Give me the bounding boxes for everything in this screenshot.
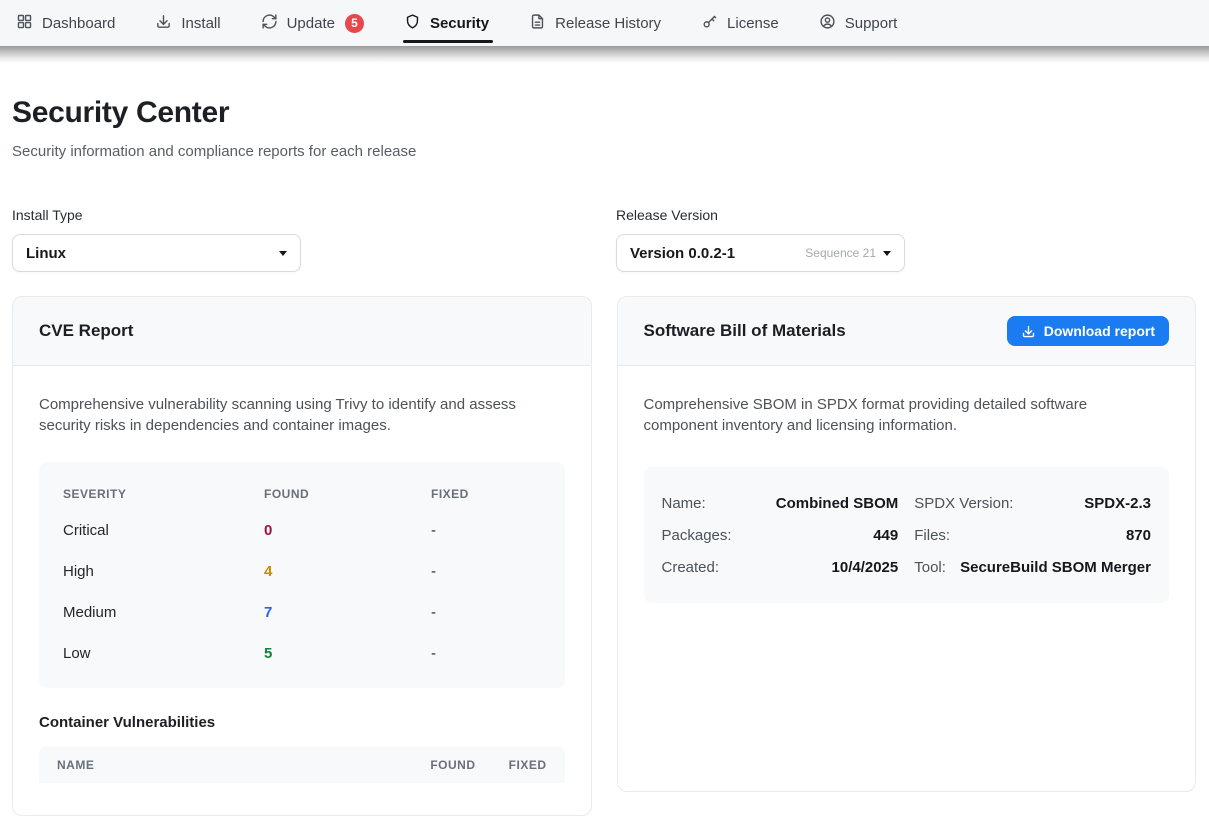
header-scroll-shadow: [0, 46, 1209, 63]
field-label: Packages:: [662, 527, 732, 544]
user-circle-icon: [819, 13, 836, 34]
field-value: 449: [873, 527, 898, 544]
release-version-label: Release Version: [616, 207, 905, 223]
sbom-info-grid: Name: Combined SBOM SPDX Version: SPDX-2…: [644, 467, 1170, 603]
field-label: Created:: [662, 559, 720, 576]
release-version-filter: Release Version Version 0.0.2-1 Sequence…: [616, 207, 905, 272]
table-row: High 4 -: [63, 551, 541, 592]
cve-report-card: CVE Report Comprehensive vulnerability s…: [12, 296, 592, 816]
severity-label: Medium: [63, 604, 264, 621]
sbom-field-tool: Tool: SecureBuild SBOM Merger: [914, 551, 1151, 583]
chevron-down-icon: [883, 251, 891, 256]
field-value: Combined SBOM: [776, 495, 899, 512]
severity-label: Critical: [63, 522, 264, 539]
fixed-count: -: [431, 563, 541, 580]
nav-item-label: Update: [287, 15, 335, 32]
sbom-card: Software Bill of Materials Download repo…: [617, 296, 1197, 792]
cve-card-header: CVE Report: [13, 297, 591, 366]
main-content: Security Center Security information and…: [0, 96, 1209, 816]
nav-item-update[interactable]: Update 5: [261, 0, 364, 46]
sbom-field-files: Files: 870: [914, 519, 1151, 551]
sbom-field-created: Created: 10/4/2025: [662, 551, 899, 583]
field-value: SPDX-2.3: [1084, 495, 1151, 512]
found-count: 5: [264, 645, 431, 662]
nav-item-license[interactable]: License: [701, 0, 779, 46]
chevron-down-icon: [279, 251, 287, 256]
severity-column-header: SEVERITY: [63, 487, 264, 501]
table-row: Medium 7 -: [63, 592, 541, 633]
sbom-card-header: Software Bill of Materials Download repo…: [618, 297, 1196, 366]
nav-item-label: Security: [430, 15, 489, 32]
nav-item-label: Support: [845, 15, 898, 32]
found-count: 4: [264, 563, 431, 580]
field-label: Files:: [914, 527, 950, 544]
container-vulnerabilities-title: Container Vulnerabilities: [39, 714, 565, 731]
sbom-card-title: Software Bill of Materials: [644, 321, 846, 341]
fixed-column-header: FIXED: [431, 487, 541, 501]
install-type-filter: Install Type Linux: [12, 207, 301, 272]
install-type-value: Linux: [26, 245, 66, 262]
release-version-value: Version 0.0.2-1: [630, 245, 735, 262]
nav-item-support[interactable]: Support: [819, 0, 898, 46]
sbom-field-packages: Packages: 449: [662, 519, 899, 551]
field-label: SPDX Version:: [914, 495, 1013, 512]
fixed-count: -: [431, 522, 541, 539]
nav-item-label: License: [727, 15, 779, 32]
update-count-badge: 5: [345, 14, 364, 33]
nav-item-install[interactable]: Install: [155, 0, 220, 46]
found-count: 7: [264, 604, 431, 621]
field-value: SecureBuild SBOM Merger: [960, 559, 1151, 576]
sbom-description: Comprehensive SBOM in SPDX format provid…: [644, 394, 1158, 436]
cve-card-body: Comprehensive vulnerability scanning usi…: [13, 366, 591, 783]
cards-row: CVE Report Comprehensive vulnerability s…: [12, 296, 1196, 816]
page-title: Security Center: [12, 96, 1196, 130]
found-count: 0: [264, 522, 431, 539]
sbom-field-spdx-version: SPDX Version: SPDX-2.3: [914, 487, 1151, 519]
severity-table: SEVERITY FOUND FIXED Critical 0 - High 4…: [39, 462, 565, 688]
cve-description: Comprehensive vulnerability scanning usi…: [39, 394, 565, 436]
name-column-header: NAME: [57, 758, 430, 772]
download-report-label: Download report: [1044, 323, 1155, 339]
severity-label: Low: [63, 645, 264, 662]
key-icon: [701, 13, 718, 34]
field-value: 10/4/2025: [832, 559, 899, 576]
shield-icon: [404, 13, 421, 34]
table-row: Critical 0 -: [63, 510, 541, 551]
nav-item-dashboard[interactable]: Dashboard: [16, 0, 115, 46]
release-version-select[interactable]: Version 0.0.2-1 Sequence 21: [616, 234, 905, 272]
download-report-button[interactable]: Download report: [1007, 316, 1169, 346]
severity-label: High: [63, 563, 264, 580]
refresh-icon: [261, 13, 278, 34]
nav-item-label: Release History: [555, 15, 661, 32]
nav-item-release-history[interactable]: Release History: [529, 0, 661, 46]
found-column-header: FOUND: [430, 758, 475, 772]
fixed-count: -: [431, 645, 541, 662]
fixed-column-header: FIXED: [476, 758, 547, 772]
table-row: Low 5 -: [63, 633, 541, 674]
sbom-field-name: Name: Combined SBOM: [662, 487, 899, 519]
field-value: 870: [1126, 527, 1151, 544]
fixed-count: -: [431, 604, 541, 621]
cve-card-title: CVE Report: [39, 321, 133, 341]
nav-item-label: Dashboard: [42, 15, 115, 32]
top-navigation: Dashboard Install Update 5 Security Rele…: [0, 0, 1209, 46]
sbom-card-body: Comprehensive SBOM in SPDX format provid…: [618, 366, 1196, 603]
file-text-icon: [529, 13, 546, 34]
field-label: Tool:: [914, 559, 946, 576]
sequence-hint: Sequence 21: [805, 246, 876, 260]
page-subtitle: Security information and compliance repo…: [12, 143, 1196, 160]
found-column-header: FOUND: [264, 487, 431, 501]
container-vulnerabilities-header: NAME FOUND FIXED: [39, 746, 565, 783]
install-type-label: Install Type: [12, 207, 301, 223]
nav-item-security[interactable]: Security: [404, 0, 489, 46]
dashboard-grid-icon: [16, 13, 33, 34]
field-label: Name:: [662, 495, 706, 512]
download-icon: [155, 13, 172, 34]
install-type-select[interactable]: Linux: [12, 234, 301, 272]
filters-row: Install Type Linux Release Version Versi…: [12, 207, 1196, 272]
nav-item-label: Install: [181, 15, 220, 32]
severity-table-header: SEVERITY FOUND FIXED: [63, 474, 541, 510]
download-icon: [1021, 324, 1036, 339]
